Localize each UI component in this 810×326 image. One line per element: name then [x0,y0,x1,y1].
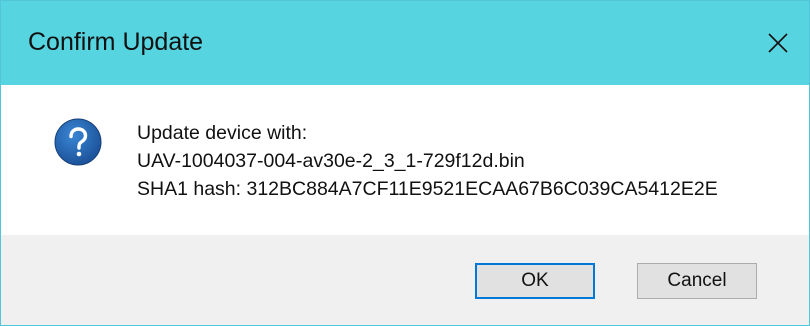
ok-button[interactable]: OK [475,263,595,299]
message-line-filename: UAV-1004037-004-av30e-2_3_1-729f12d.bin [137,150,525,172]
message-text: Update device with: UAV-1004037-004-av30… [137,119,718,203]
confirm-update-dialog: Confirm Update Update device with: UAV-1… [0,0,810,326]
close-button[interactable] [747,1,809,85]
dialog-content: Update device with: UAV-1004037-004-av30… [1,85,809,235]
window-title: Confirm Update [28,28,204,56]
message-line-heading: Update device with: [137,122,308,144]
button-bar: OK Cancel [1,235,809,325]
question-icon [54,118,102,166]
close-icon [768,33,788,53]
title-bar[interactable]: Confirm Update [1,1,809,85]
cancel-button[interactable]: Cancel [637,263,757,299]
message-line-hash: SHA1 hash: 312BC884A7CF11E9521ECAA67B6C0… [137,178,718,200]
